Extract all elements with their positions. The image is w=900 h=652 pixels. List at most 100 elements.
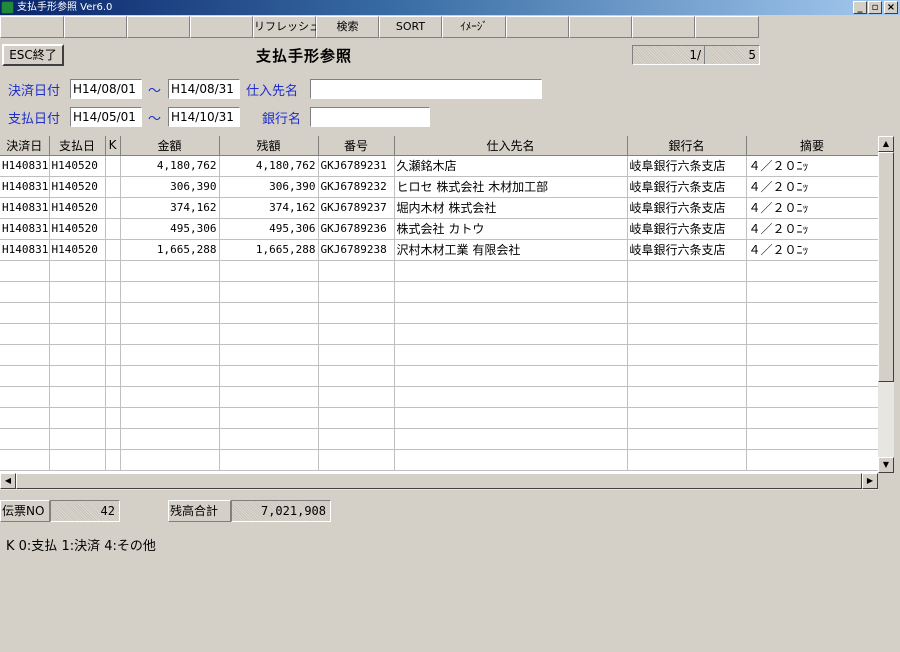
- table-row[interactable]: [0, 323, 878, 345]
- table-cell[interactable]: 1,665,288: [219, 239, 319, 261]
- table-cell[interactable]: [0, 302, 50, 324]
- col-header[interactable]: 支払日: [49, 136, 106, 156]
- table-row[interactable]: [0, 407, 878, 429]
- table-cell[interactable]: [105, 260, 121, 282]
- table-row[interactable]: H140831 H140520 1,665,288 1,665,288 GKJ67892…: [0, 239, 878, 261]
- table-cell[interactable]: [318, 428, 395, 450]
- table-cell[interactable]: [746, 407, 878, 429]
- table-cell[interactable]: [746, 323, 878, 345]
- horizontal-scrollbar[interactable]: ◀ ▶: [0, 473, 878, 490]
- table-cell[interactable]: [105, 407, 121, 429]
- table-cell[interactable]: [627, 344, 747, 366]
- table-cell[interactable]: H140831: [0, 239, 50, 261]
- table-row[interactable]: [0, 260, 878, 282]
- table-cell[interactable]: [627, 365, 747, 387]
- scroll-down-button[interactable]: ▼: [878, 457, 894, 473]
- table-cell[interactable]: [394, 386, 628, 408]
- table-cell[interactable]: 374,162: [120, 197, 220, 219]
- table-row[interactable]: H140831 H140520 306,390 306,390 GKJ6789232 ヒロ…: [0, 176, 878, 198]
- table-cell[interactable]: [120, 428, 220, 450]
- table-cell[interactable]: [746, 449, 878, 471]
- supplier-input[interactable]: [310, 79, 542, 99]
- table-cell[interactable]: [105, 386, 121, 408]
- table-cell[interactable]: [105, 239, 121, 261]
- vertical-scrollbar[interactable]: ▲ ▼: [878, 136, 894, 473]
- table-cell[interactable]: [394, 260, 628, 282]
- scroll-right-button[interactable]: ▶: [862, 473, 878, 489]
- table-cell[interactable]: [219, 365, 319, 387]
- table-cell[interactable]: [627, 302, 747, 324]
- pay-date-to-input[interactable]: H14/10/31: [168, 107, 240, 127]
- table-cell[interactable]: [49, 281, 106, 303]
- table-cell[interactable]: [120, 386, 220, 408]
- table-cell[interactable]: [219, 344, 319, 366]
- col-header[interactable]: 摘要: [746, 136, 878, 156]
- image-button[interactable]: ｲﾒｰｼﾞ: [442, 16, 506, 38]
- table-cell[interactable]: [0, 281, 50, 303]
- table-row[interactable]: [0, 281, 878, 303]
- table-cell[interactable]: [105, 323, 121, 345]
- table-row[interactable]: H140831 H140520 4,180,762 4,180,762 GKJ67892…: [0, 155, 878, 177]
- table-cell[interactable]: [0, 260, 50, 282]
- esc-exit-button[interactable]: ESC終了: [2, 44, 64, 66]
- table-cell[interactable]: [394, 302, 628, 324]
- table-cell[interactable]: H140520: [49, 239, 106, 261]
- table-row[interactable]: [0, 344, 878, 366]
- fkey-empty-9[interactable]: [506, 16, 569, 38]
- table-cell[interactable]: [318, 449, 395, 471]
- table-cell[interactable]: ４／２０ﾆｯ: [746, 176, 878, 198]
- horizontal-scroll-thumb[interactable]: [16, 473, 862, 489]
- fkey-empty-4[interactable]: [190, 16, 253, 38]
- table-cell[interactable]: [394, 407, 628, 429]
- table-cell[interactable]: 岐阜銀行六条支店: [627, 176, 747, 198]
- close-button[interactable]: ×: [884, 1, 898, 14]
- search-button[interactable]: 検索: [316, 16, 379, 38]
- pay-date-from-input[interactable]: H14/05/01: [70, 107, 142, 127]
- table-cell[interactable]: [746, 302, 878, 324]
- table-cell[interactable]: [627, 407, 747, 429]
- table-cell[interactable]: [120, 302, 220, 324]
- table-cell[interactable]: [318, 260, 395, 282]
- table-cell[interactable]: [49, 449, 106, 471]
- table-cell[interactable]: H140520: [49, 197, 106, 219]
- table-cell[interactable]: [746, 281, 878, 303]
- table-cell[interactable]: [49, 302, 106, 324]
- table-cell[interactable]: [0, 428, 50, 450]
- table-cell[interactable]: [219, 407, 319, 429]
- table-cell[interactable]: 沢村木材工業 有限会社: [394, 239, 628, 261]
- table-cell[interactable]: [746, 365, 878, 387]
- fkey-empty-12[interactable]: [695, 16, 759, 38]
- table-cell[interactable]: [105, 197, 121, 219]
- table-cell[interactable]: [105, 218, 121, 240]
- table-cell[interactable]: 374,162: [219, 197, 319, 219]
- table-cell[interactable]: [219, 260, 319, 282]
- table-cell[interactable]: [394, 281, 628, 303]
- table-cell[interactable]: [0, 449, 50, 471]
- table-cell[interactable]: H140831: [0, 155, 50, 177]
- table-cell[interactable]: [105, 428, 121, 450]
- table-cell[interactable]: [627, 449, 747, 471]
- table-cell[interactable]: [318, 302, 395, 324]
- table-cell[interactable]: 株式会社 カトウ: [394, 218, 628, 240]
- table-row[interactable]: [0, 386, 878, 408]
- table-cell[interactable]: [219, 281, 319, 303]
- vertical-scroll-thumb[interactable]: [878, 152, 894, 382]
- table-cell[interactable]: GKJ6789231: [318, 155, 395, 177]
- table-cell[interactable]: [105, 449, 121, 471]
- table-cell[interactable]: [49, 428, 106, 450]
- table-cell[interactable]: [120, 260, 220, 282]
- table-cell[interactable]: [627, 428, 747, 450]
- table-cell[interactable]: [49, 344, 106, 366]
- table-cell[interactable]: [627, 281, 747, 303]
- table-cell[interactable]: [105, 155, 121, 177]
- table-cell[interactable]: [105, 365, 121, 387]
- table-cell[interactable]: [627, 323, 747, 345]
- table-cell[interactable]: 1,665,288: [120, 239, 220, 261]
- table-cell[interactable]: [746, 344, 878, 366]
- table-cell[interactable]: H140520: [49, 218, 106, 240]
- table-row[interactable]: [0, 449, 878, 471]
- table-cell[interactable]: [49, 386, 106, 408]
- table-cell[interactable]: [219, 323, 319, 345]
- table-cell[interactable]: [219, 449, 319, 471]
- col-header[interactable]: 仕入先名: [394, 136, 628, 156]
